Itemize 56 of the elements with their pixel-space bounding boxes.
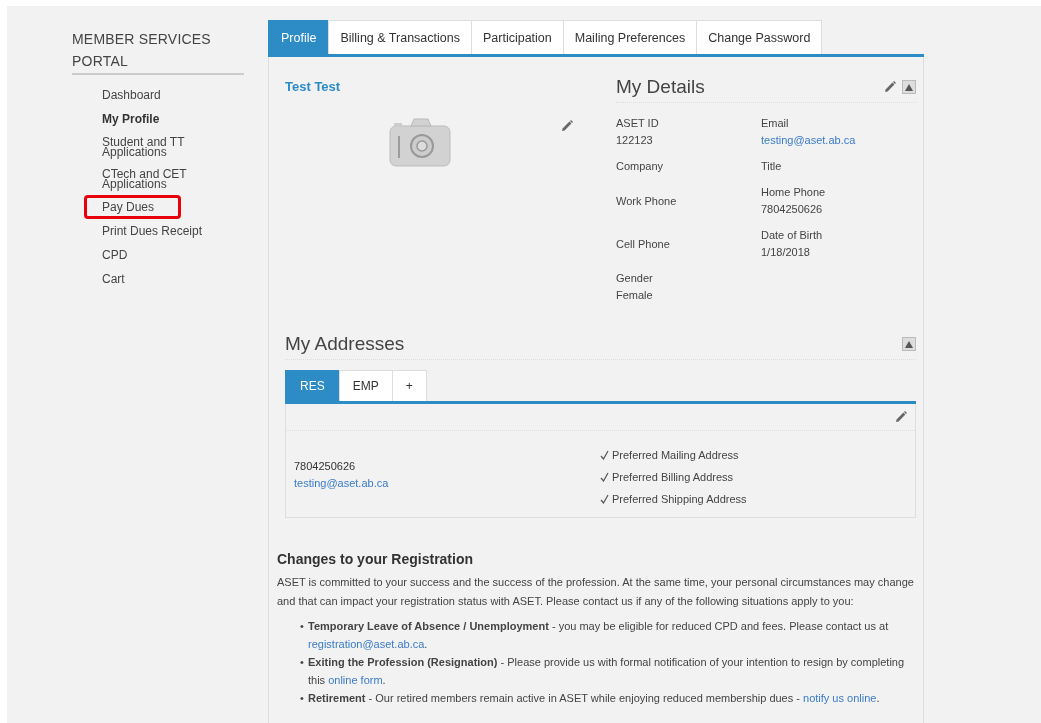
address-tab[interactable]: RES [285,370,340,401]
field-label: Gender [616,271,654,286]
member-name: Test Test [285,79,342,94]
field-label: Email [761,116,790,131]
preference-label: Preferred Shipping Address [612,493,747,505]
tab[interactable]: Profile [268,20,330,54]
bullet-mark: • [300,619,305,634]
bullet-mark: • [300,655,305,670]
bullet-item: Exiting the Profession (Resignation) - Please provide us with formal notification of your intention to resign by completing this online form. [308,655,906,688]
field-link[interactable]: testing@aset.ab.ca [761,132,906,149]
field-value: 1/18/2018 [761,245,811,260]
field-label: Cell Phone [616,236,671,252]
section-heading: Changes to your Registration [277,550,475,569]
field-label: Company [616,159,665,174]
collapse-button[interactable] [902,80,916,94]
edit-icon[interactable] [884,81,896,93]
address-phone: 7804250626 [294,459,357,474]
preference-label: Preferred Mailing Address [612,449,739,461]
sidebar-item[interactable]: CPD [84,243,264,267]
bullet-item: Temporary Leave of Absence / Unemployment - you may be eligible for reduced CPD and fees. Please contact us at registration@aset.ab.ca. [308,619,890,652]
tab[interactable]: Billing & Transactions [328,20,472,54]
portal-title: MEMBER SERVICES PORTAL [72,28,244,75]
sidebar-item[interactable]: Cart [84,267,264,291]
address-tab[interactable]: EMP [338,370,393,401]
bullet-mark: • [300,691,305,706]
sidebar-item[interactable]: Dashboard [84,83,264,107]
sidebar-item[interactable]: CTech and CET Applications [84,163,264,195]
field-label: Work Phone [616,193,678,209]
tab[interactable]: Change Password [696,20,823,54]
field-label: Date of Birth [761,228,824,243]
intro-paragraph: ASET is committed to your success and the success of the profession. At the same time, your personal circumstances may change and that can impact your registration status with ASET. Please contact us if any of the following situations apply to you: [277,575,915,609]
triangle-icon [905,340,913,348]
field-value: 7804250626 [761,202,824,217]
field-value: Female [616,288,654,303]
triangle-icon [905,83,913,91]
section-title: My Addresses [285,333,406,355]
collapse-button[interactable] [902,337,916,351]
section-title: My Details [616,76,706,98]
sidebar-item[interactable]: Print Dues Receipt [84,219,264,243]
field-value: 122123 [616,133,654,148]
sidebar-item[interactable]: Student and TT Applications [84,131,264,163]
bullet-item: Retirement - Our retired members remain active in ASET while enjoying reduced membership dues - notify us online. [308,691,881,706]
sidebar-item[interactable]: My Profile [84,107,264,131]
email-link[interactable]: testing@aset.ab.ca [294,475,600,492]
preference-label: Preferred Billing Address [612,471,734,483]
camera-icon [389,116,451,168]
sidebar-item[interactable]: Pay Dues [84,195,181,219]
text-link[interactable]: online form [328,674,383,686]
field-label: ASET ID [616,116,660,131]
edit-icon[interactable] [895,411,907,423]
tab[interactable]: Mailing Preferences [562,20,698,54]
edit-icon[interactable] [561,120,573,134]
tab[interactable]: Participation [470,20,564,54]
address-tab[interactable]: + [391,370,427,401]
field-label: Title [761,159,783,174]
field-label: Home Phone [761,185,827,200]
